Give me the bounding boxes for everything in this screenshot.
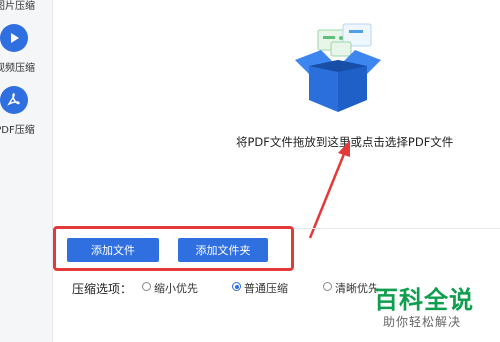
play-icon[interactable]: [0, 24, 28, 52]
sidebar-item-video-compress-label[interactable]: 视频压缩: [0, 59, 40, 74]
watermark-subtitle: 助你轻松解决: [383, 315, 462, 329]
dropzone-illustration[interactable]: [283, 20, 393, 120]
compress-options-label: 压缩选项：: [72, 282, 133, 296]
radio-normal-compress-label[interactable]: 普通压缩: [244, 280, 288, 296]
radio-normal-compress[interactable]: [232, 282, 241, 291]
radio-shrink-first[interactable]: [142, 282, 151, 291]
pdf-icon[interactable]: [0, 86, 28, 114]
watermark-title: 百科全说: [374, 286, 474, 314]
radio-clarity-first-label[interactable]: 清晰优先: [335, 280, 379, 296]
sidebar-item-image-compress-label[interactable]: 图片压缩: [0, 0, 40, 12]
radio-clarity-first[interactable]: [323, 282, 332, 291]
sidebar: 图片压缩 视频压缩 PDF压缩: [0, 0, 53, 342]
annotation-highlight-box: [53, 226, 294, 271]
sidebar-item-pdf-compress-label[interactable]: PDF压缩: [0, 121, 40, 136]
radio-shrink-first-label[interactable]: 缩小优先: [154, 280, 198, 296]
